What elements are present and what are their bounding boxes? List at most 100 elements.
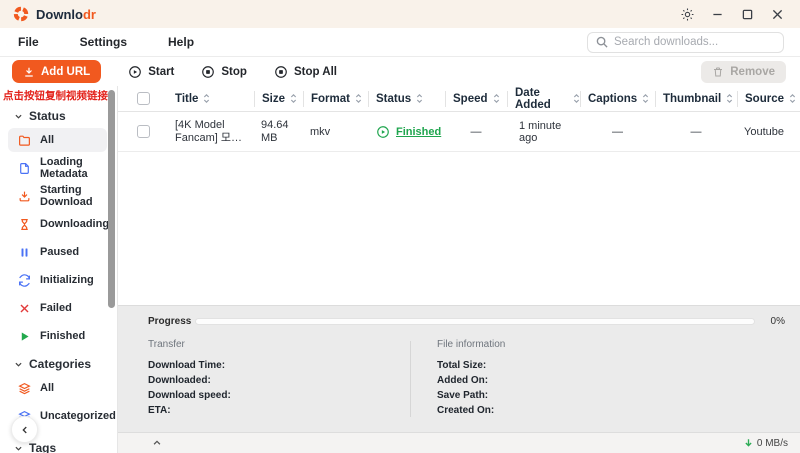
row-checkbox[interactable] <box>137 125 150 138</box>
menubar: File Settings Help <box>0 28 800 57</box>
network-speed: 0 MB/s <box>744 438 788 449</box>
stop-all-button[interactable]: Stop All <box>274 65 337 79</box>
minimize-button[interactable] <box>702 2 732 26</box>
menu-settings[interactable]: Settings <box>80 35 127 49</box>
sidebar-item-loading-metadata[interactable]: Loading Metadata <box>8 156 107 180</box>
sidebar-item-label: Paused <box>40 246 79 258</box>
stop-button[interactable]: Stop <box>201 65 247 79</box>
sidebar-item-downloading[interactable]: Downloading <box>8 212 107 236</box>
menu-help[interactable]: Help <box>168 35 194 49</box>
column-label: Format <box>311 93 350 105</box>
downloaded-label: Downloaded: <box>148 373 410 388</box>
status-list: All Loading Metadata Starting Download D… <box>8 128 107 348</box>
tags-section-label: Tags <box>29 441 56 453</box>
trash-icon <box>712 66 724 78</box>
cell-speed: — <box>445 126 507 138</box>
status-bar: 0 MB/s <box>118 432 800 453</box>
sidebar-item-all[interactable]: All <box>8 128 107 152</box>
sun-icon <box>681 8 694 21</box>
cell-format: mkv <box>303 126 368 138</box>
file-info-section: File information Total Size: Added On: S… <box>411 339 800 418</box>
app-brand: Downlodr <box>13 6 96 22</box>
sort-icon <box>573 93 580 104</box>
column-header-status[interactable]: Status <box>368 91 445 107</box>
sidebar-item-failed[interactable]: Failed <box>8 296 107 320</box>
sidebar-section-status[interactable]: Status <box>14 109 66 123</box>
eta-label: ETA: <box>148 403 410 418</box>
remove-button[interactable]: Remove <box>701 61 786 83</box>
progress-bar <box>195 318 755 325</box>
sidebar-section-categories[interactable]: Categories <box>14 357 91 371</box>
toolbar: Add URL Start Stop Stop All Remove <box>0 57 800 86</box>
sidebar-item-label: Downloading <box>40 218 109 230</box>
column-header-size[interactable]: Size <box>254 91 303 107</box>
app-logo-icon <box>13 6 29 22</box>
column-header-captions[interactable]: Captions <box>580 91 655 107</box>
table-row[interactable]: [4K Model Fancam] 모델 … 94.64 MB mkv Fini… <box>118 112 800 152</box>
column-header-speed[interactable]: Speed <box>445 91 507 107</box>
stop-all-label: Stop All <box>294 66 337 78</box>
details-columns: Transfer Download Time: Downloaded: Down… <box>118 339 800 418</box>
details-panel: Progress 0% Transfer Download Time: Down… <box>118 305 800 432</box>
layers-icon <box>18 382 31 395</box>
collapse-details-button[interactable] <box>152 438 162 448</box>
theme-toggle-button[interactable] <box>672 2 702 26</box>
sidebar-item-starting-download[interactable]: Starting Download <box>8 184 107 208</box>
chevron-up-icon <box>152 438 162 448</box>
maximize-button[interactable] <box>732 2 762 26</box>
main-content: Title Size Format Status Speed Date Adde… <box>118 86 800 453</box>
close-icon <box>772 9 783 20</box>
column-header-date-added[interactable]: Date Added <box>507 91 580 107</box>
sidebar-item-categories-all[interactable]: All <box>8 376 107 400</box>
column-header-title[interactable]: Title <box>168 91 254 107</box>
transfer-title: Transfer <box>148 339 410 350</box>
chevron-down-icon <box>14 444 23 453</box>
sidebar-item-initializing[interactable]: Initializing <box>8 268 107 292</box>
refresh-icon <box>18 274 31 287</box>
sidebar-section-tags[interactable]: Tags <box>14 441 56 453</box>
file-icon <box>18 162 31 175</box>
download-time-label: Download Time: <box>148 358 410 373</box>
column-label: Status <box>376 93 411 105</box>
sidebar-item-finished[interactable]: Finished <box>8 324 107 348</box>
progress-percent: 0% <box>765 316 785 327</box>
total-size-label: Total Size: <box>437 358 800 373</box>
download-icon <box>23 66 35 78</box>
sidebar-scrollbar[interactable] <box>108 90 115 308</box>
file-info-title: File information <box>437 339 800 350</box>
sidebar: 点击按钮复制视频链接 Status All Loading Metadata <box>0 86 118 453</box>
window-controls <box>672 2 792 26</box>
categories-section-label: Categories <box>29 357 91 371</box>
sort-icon <box>416 93 423 104</box>
copy-link-hint: 点击按钮复制视频链接 <box>3 88 117 103</box>
sidebar-item-paused[interactable]: Paused <box>8 240 107 264</box>
sort-icon <box>493 93 500 104</box>
select-all-checkbox[interactable] <box>137 92 150 105</box>
download-speed-label: Download speed: <box>148 388 410 403</box>
titlebar: Downlodr <box>0 0 800 28</box>
cell-date-added: 1 minute ago <box>507 120 580 144</box>
cell-size: 94.64 MB <box>254 119 303 145</box>
cell-captions: — <box>580 126 655 138</box>
network-speed-value: 0 MB/s <box>757 438 788 449</box>
folder-icon <box>18 134 31 147</box>
sidebar-item-label: Starting Download <box>40 184 107 208</box>
created-on-label: Created On: <box>437 403 800 418</box>
play-circle-icon <box>128 65 142 79</box>
sort-icon <box>355 93 362 104</box>
column-label: Speed <box>453 93 488 105</box>
close-button[interactable] <box>762 2 792 26</box>
status-finished-link[interactable]: Finished <box>396 126 441 138</box>
column-header-thumbnail[interactable]: Thumbnail <box>655 91 737 107</box>
sidebar-item-label: All <box>40 382 54 394</box>
add-url-button[interactable]: Add URL <box>12 60 101 83</box>
start-button[interactable]: Start <box>128 65 174 79</box>
column-header-source[interactable]: Source <box>737 91 800 107</box>
column-header-format[interactable]: Format <box>303 91 368 107</box>
menu-file[interactable]: File <box>18 35 39 49</box>
sidebar-item-label: Failed <box>40 302 72 314</box>
search-input[interactable] <box>614 36 775 48</box>
cell-thumbnail: — <box>655 126 737 138</box>
sidebar-collapse-button[interactable] <box>11 416 38 443</box>
status-section-label: Status <box>29 109 66 123</box>
